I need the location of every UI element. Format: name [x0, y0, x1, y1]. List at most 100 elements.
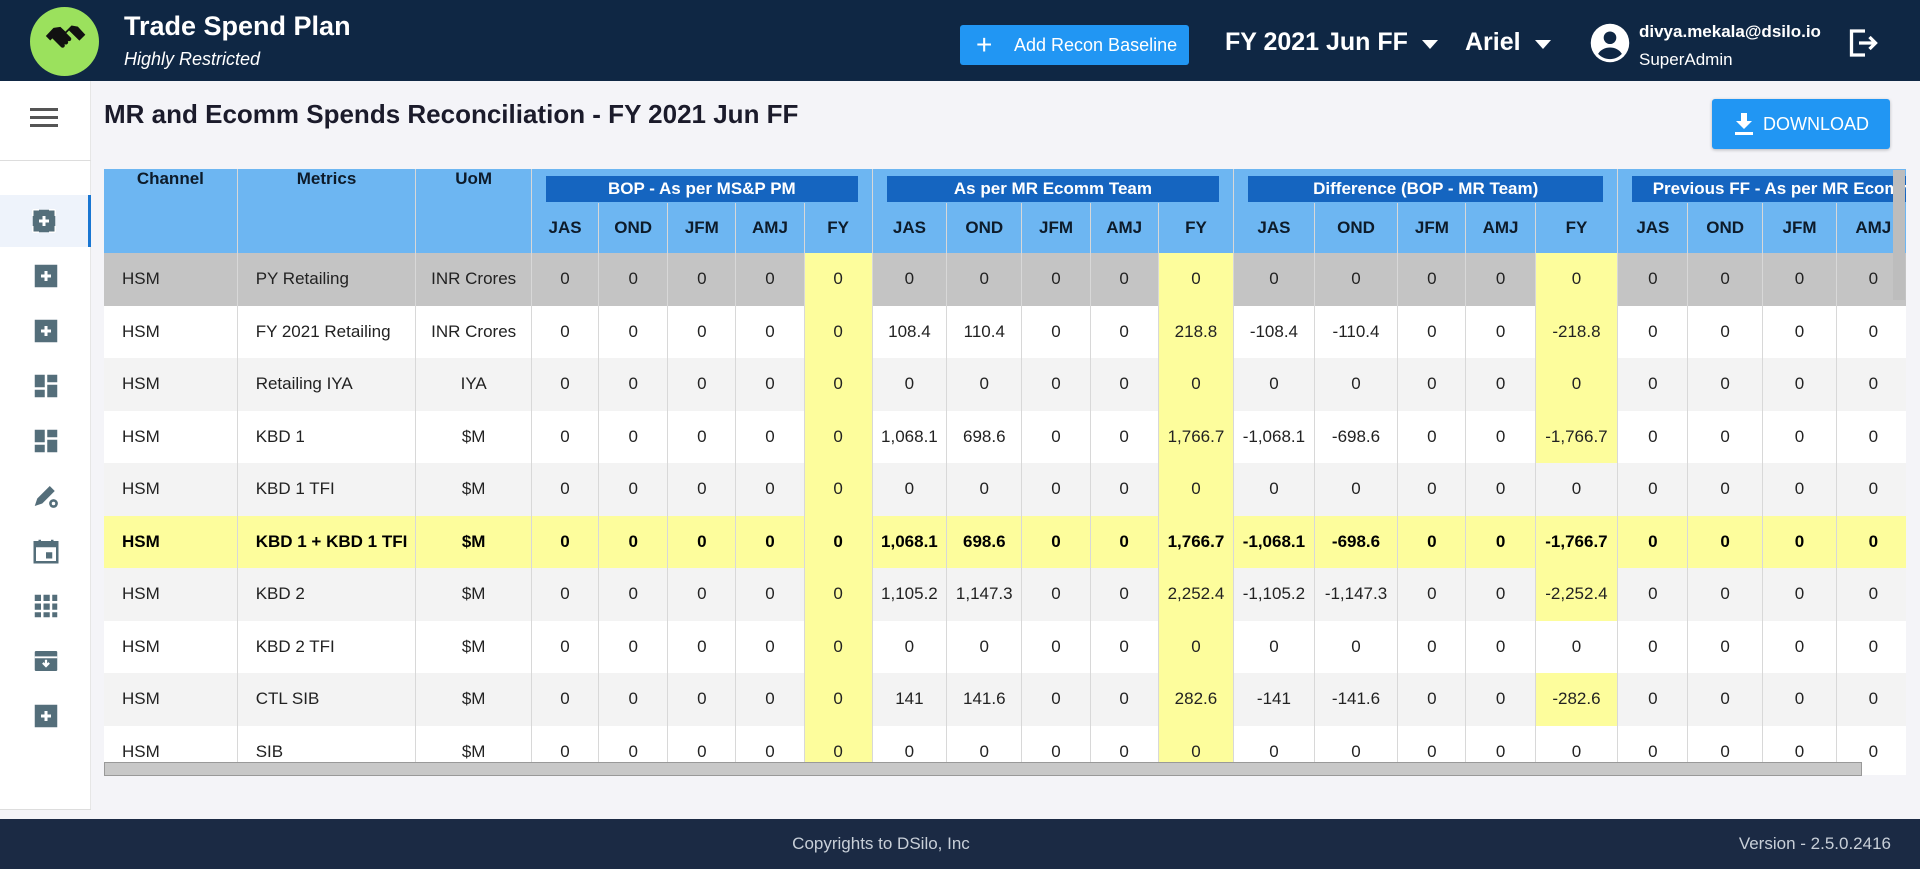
col-header-ond[interactable]: OND: [946, 203, 1023, 253]
col-header-jfm[interactable]: JFM: [1762, 203, 1838, 253]
cell-value: 0: [804, 620, 873, 673]
col-header-fy[interactable]: FY: [1535, 203, 1619, 253]
cell-value: 0: [1090, 673, 1159, 726]
cell-value: 0: [1090, 358, 1159, 411]
cell-channel: HSM: [104, 253, 238, 306]
cell-value: 0: [1465, 515, 1536, 568]
col-header-jas[interactable]: JAS: [531, 203, 600, 253]
col-header-amj[interactable]: AMJ: [1465, 203, 1536, 253]
cell-value: 0: [1314, 253, 1399, 306]
col-header-ond[interactable]: OND: [598, 203, 669, 253]
plus-box-icon: [32, 209, 56, 233]
cell-uom: $M: [415, 410, 532, 463]
col-header-jfm[interactable]: JFM: [1397, 203, 1467, 253]
table-row[interactable]: HSM KBD 1 $M 0 0 0 0 0 1,068.1 698.6 0 0 1,766.7 -1,0…: [104, 410, 1906, 463]
cell-value: 0: [1762, 620, 1838, 673]
cell-value: 0: [804, 358, 873, 411]
cell-value: 0: [1836, 358, 1906, 411]
cell-value: 0: [1687, 358, 1763, 411]
download-button[interactable]: DOWNLOAD: [1712, 99, 1890, 149]
sidebar-item-9[interactable]: [0, 635, 91, 687]
sidebar-item-2[interactable]: [0, 250, 91, 302]
col-header-channel[interactable]: Channel: [104, 169, 238, 253]
sidebar-item-7[interactable]: [0, 525, 91, 577]
col-header-uom[interactable]: UoM: [415, 169, 532, 253]
table-row[interactable]: HSM KBD 2 $M 0 0 0 0 0 1,105.2 1,147.3 0 0 2,252.4 -1…: [104, 568, 1906, 621]
account-circle-icon[interactable]: [1589, 22, 1631, 64]
group-label-difference: Difference (BOP - MR Team): [1248, 176, 1604, 202]
cell-value: 0: [1021, 463, 1091, 516]
brand-select[interactable]: Ariel: [1465, 28, 1551, 57]
cell-value: 0: [1090, 463, 1159, 516]
table-row[interactable]: HSMKBD 1 TFI$M00000000000000000000: [104, 463, 1906, 516]
table-row[interactable]: HSM KBD 1 + KBD 1 TFI $M 0 0 0 0 0 1,068.1 698.6 0…: [104, 515, 1906, 568]
cell-value: 0: [1021, 568, 1091, 621]
cell-value: 0: [1090, 253, 1159, 306]
table-row[interactable]: HSM CTL SIB $M 0 0 0 0 0 141 141.6 0 0 282.6 -141 -141…: [104, 673, 1906, 726]
group-header-previous-ff: Previous FF - As per MR Ecomm Team: [1617, 169, 1906, 203]
sidebar-item-8[interactable]: [0, 580, 91, 632]
col-header-jfm[interactable]: JFM: [1021, 203, 1091, 253]
menu-icon[interactable]: [30, 108, 58, 128]
cell-value: 0: [1021, 305, 1091, 358]
cell-value: 0: [1397, 305, 1467, 358]
cell-value: 0: [667, 305, 737, 358]
cell-value: 0: [1535, 620, 1619, 673]
horizontal-scrollbar[interactable]: [104, 762, 1862, 776]
col-header-amj[interactable]: AMJ: [1090, 203, 1159, 253]
copyright-text: Copyrights to DSilo, Inc: [792, 834, 970, 853]
cell-value: 0: [667, 515, 737, 568]
col-header-ond[interactable]: OND: [1314, 203, 1399, 253]
sidebar-item-6[interactable]: [0, 470, 91, 522]
cell-value: 0: [1535, 463, 1619, 516]
footer: Copyrights to DSilo, Inc Version - 2.5.0…: [0, 819, 1920, 869]
add-recon-baseline-button[interactable]: + Add Recon Baseline: [960, 25, 1189, 65]
cell-value: 108.4: [872, 305, 948, 358]
top-app-bar: Trade Spend Plan Highly Restricted + Add…: [0, 0, 1920, 81]
cell-value: -108.4: [1233, 305, 1315, 358]
cell-value: 0: [1158, 253, 1235, 306]
col-header-jas[interactable]: JAS: [1617, 203, 1689, 253]
plus-box-icon: [34, 319, 57, 343]
col-header-jas[interactable]: JAS: [872, 203, 948, 253]
table-row[interactable]: HSMRetailing IYAIYA00000000000000000000: [104, 358, 1906, 411]
cell-value: 0: [735, 463, 805, 516]
cell-channel: HSM: [104, 410, 238, 463]
chevron-down-icon: [1534, 40, 1551, 49]
sidebar-item-3[interactable]: [0, 305, 91, 357]
cell-value: 0: [1762, 253, 1838, 306]
cell-value: 1,105.2: [872, 568, 948, 621]
cell-value: 0: [667, 253, 737, 306]
dashboard-icon: [34, 374, 57, 398]
cell-uom: $M: [415, 620, 532, 673]
cell-value: 0: [735, 673, 805, 726]
sidebar-item-1[interactable]: [0, 195, 91, 247]
plus-box-icon: [34, 704, 57, 728]
cell-value: 0: [1090, 515, 1159, 568]
sidebar-item-10[interactable]: [0, 690, 91, 742]
cell-value: 0: [872, 358, 948, 411]
table-row[interactable]: HSM PY Retailing INR Crores 0 0 0 0 0 0 0 0 0 0 0 0 0 0 0…: [104, 253, 1906, 306]
cell-value: 0: [1465, 568, 1536, 621]
col-header-ond[interactable]: OND: [1687, 203, 1763, 253]
cell-value: -698.6: [1314, 410, 1399, 463]
cell-value: 0: [1762, 568, 1838, 621]
table-row[interactable]: HSMKBD 2 TFI$M00000000000000000000: [104, 620, 1906, 673]
forecast-select[interactable]: FY 2021 Jun FF: [1225, 28, 1438, 57]
col-header-jfm[interactable]: JFM: [667, 203, 737, 253]
logout-icon[interactable]: [1843, 25, 1881, 61]
cell-value: 0: [946, 620, 1023, 673]
col-header-jas[interactable]: JAS: [1233, 203, 1315, 253]
vertical-scrollbar[interactable]: [1893, 170, 1905, 300]
sidebar-item-4[interactable]: [0, 360, 91, 412]
cell-value: 0: [1397, 410, 1467, 463]
col-header-fy[interactable]: FY: [804, 203, 873, 253]
cell-value: 0: [1158, 358, 1235, 411]
table-row[interactable]: HSM FY 2021 Retailing INR Crores 0 0 0 0 0 108.4…: [104, 305, 1906, 358]
col-header-metrics[interactable]: Metrics: [237, 169, 417, 253]
sidebar-item-5[interactable]: [0, 415, 91, 467]
col-header-amj[interactable]: AMJ: [735, 203, 805, 253]
cell-value: 0: [1233, 463, 1315, 516]
col-header-fy[interactable]: FY: [1158, 203, 1235, 253]
cell-value: 0: [1535, 358, 1619, 411]
